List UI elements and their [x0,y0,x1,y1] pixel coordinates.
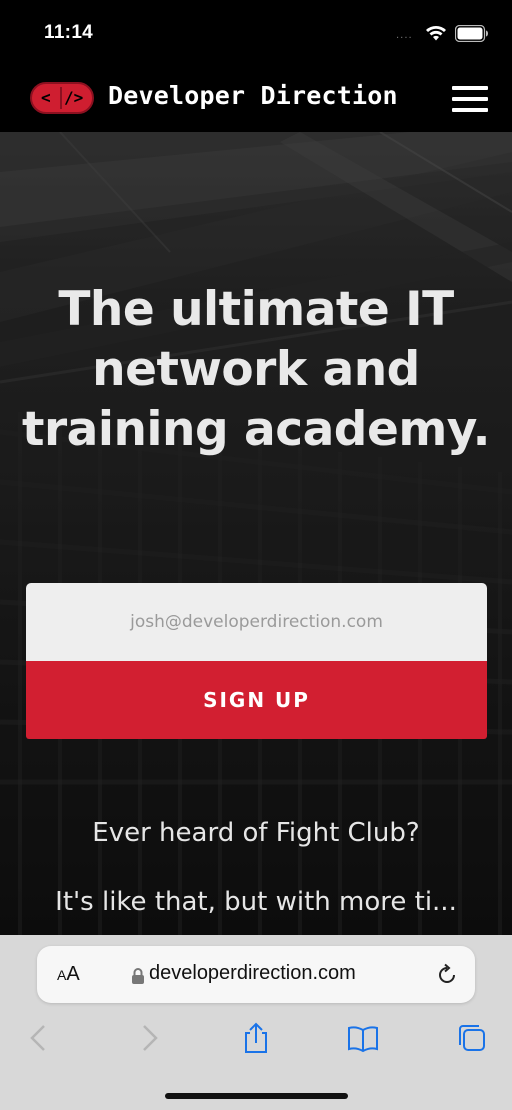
tagline-fight-club: Ever heard of Fight Club? [92,818,420,848]
browser-toolbar: AA developerdirection.com [0,935,512,1110]
bookmarks-icon[interactable] [346,1021,380,1055]
hero-background-image [0,132,512,935]
text-size-button[interactable]: AA [57,963,80,986]
back-icon[interactable] [22,1021,56,1055]
logo-divider [60,87,62,109]
wifi-icon [426,26,446,41]
site-navbar: < /> Developer Direction [0,70,512,132]
share-icon[interactable] [239,1021,273,1055]
lock-icon [132,968,144,984]
hero-title: The ultimate IT network and training aca… [22,282,490,457]
email-input[interactable] [26,583,487,661]
url-text[interactable]: developerdirection.com [149,962,356,985]
logo-left-glyph: < [41,88,51,107]
signup-button[interactable]: SIGN UP [26,661,487,739]
tagline-continuation: It's like that, but with more ti... [55,887,457,917]
tabs-icon[interactable] [455,1021,489,1055]
address-bar[interactable]: AA developerdirection.com [37,946,475,1003]
status-time: 11:14 [44,22,94,43]
logo-right-glyph: /> [64,88,84,107]
hero-section: The ultimate IT network and training aca… [0,132,512,935]
hamburger-menu-icon[interactable] [452,86,488,112]
home-indicator [165,1093,348,1099]
site-logo[interactable]: < /> [30,82,94,114]
reload-icon[interactable] [435,963,459,987]
brand-name[interactable]: Developer Direction [108,81,398,110]
battery-icon [455,25,488,42]
cellular-signal-icon: .... [396,30,413,41]
forward-icon[interactable] [132,1021,166,1055]
status-bar: 11:14 .... [0,0,512,70]
